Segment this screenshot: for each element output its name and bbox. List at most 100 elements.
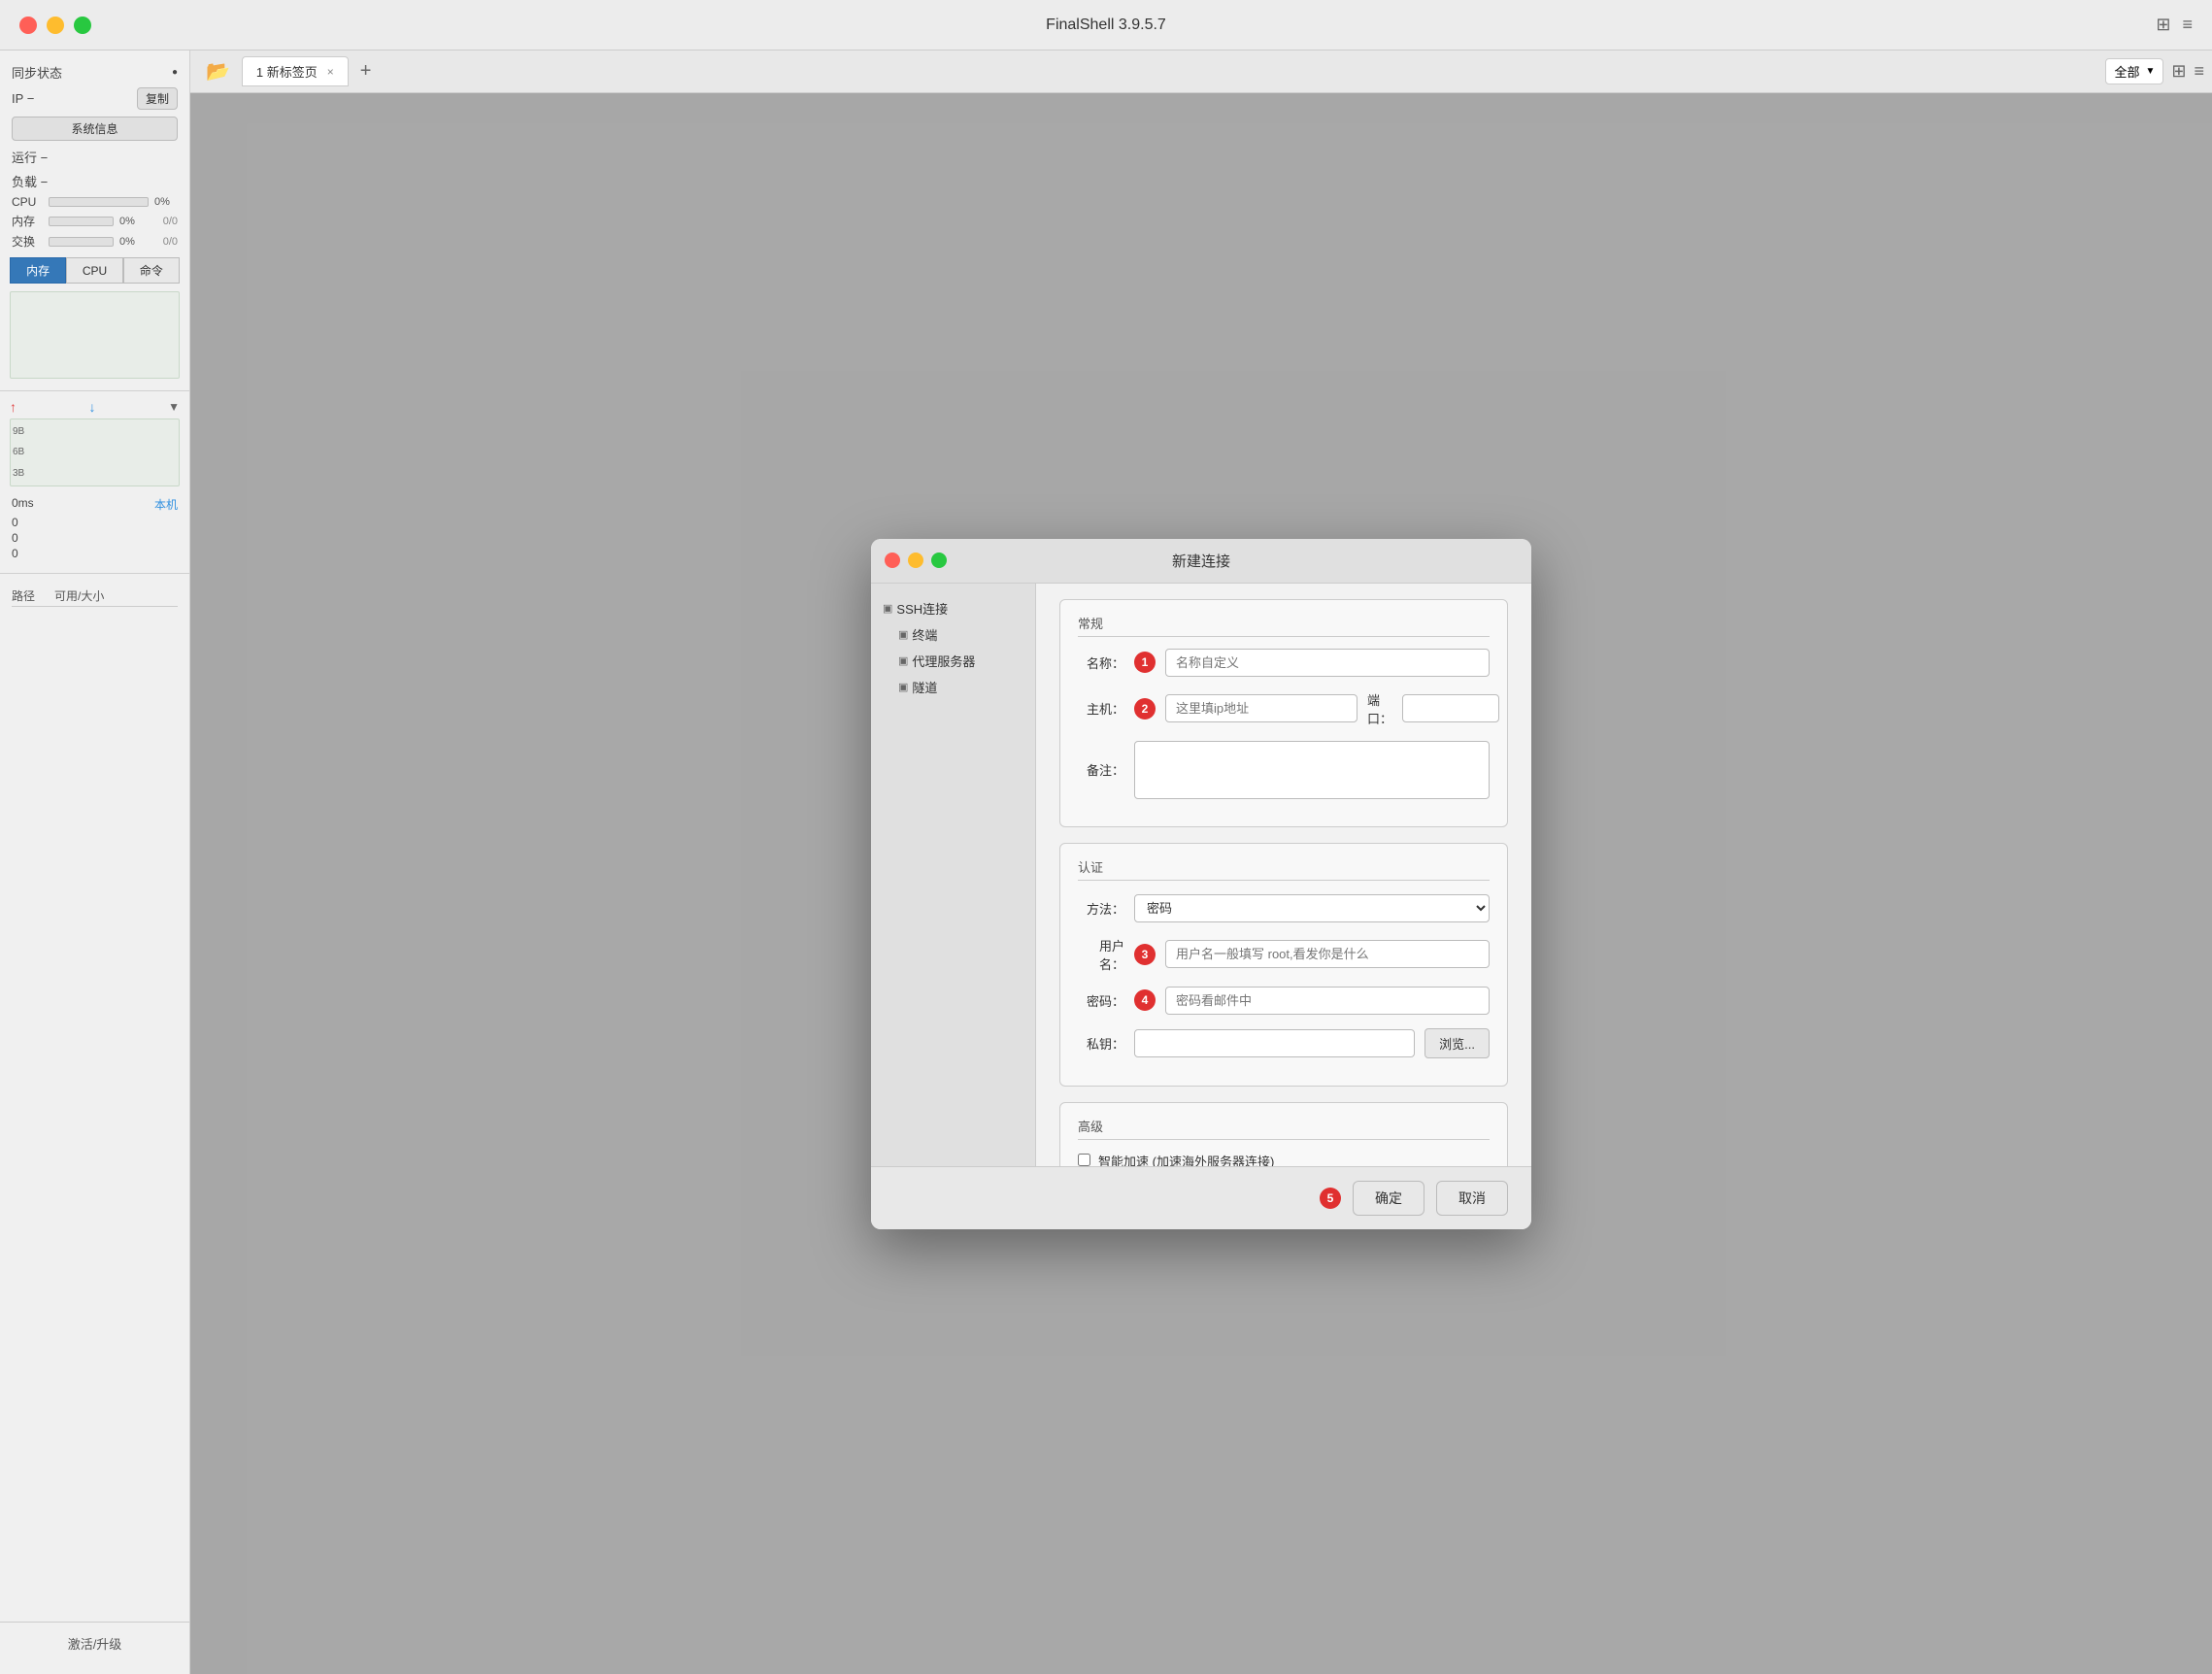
activate-upgrade-button[interactable]: 激活/升级 [0, 1622, 189, 1664]
modal-body: ▣ SSH连接 ▣ 终端 ▣ 代理服务器 [871, 584, 1531, 1166]
expand-icon[interactable]: ▼ [168, 400, 180, 414]
note-textarea[interactable] [1134, 741, 1490, 799]
mem-progress-bar [49, 217, 114, 226]
modal-close-button[interactable] [885, 552, 900, 568]
load-label: 负载 − [12, 172, 48, 190]
title-bar-right: ⊞ ≡ [2156, 15, 2193, 35]
filter-label: 全部 [2114, 62, 2139, 81]
tree-terminal-label: 终端 [912, 625, 937, 644]
auth-section-label: 认证 [1078, 857, 1490, 881]
modal-title: 新建连接 [1172, 551, 1230, 571]
mem-extra: 0/0 [149, 216, 178, 227]
sys-info-button[interactable]: 系统信息 [12, 117, 178, 141]
host-form-row: 主机： 2 端口： 22 [1078, 690, 1490, 727]
list-view-icon[interactable]: ≡ [2182, 15, 2193, 35]
browse-button[interactable]: 浏览... [1424, 1028, 1490, 1058]
cpu-label: CPU [12, 195, 43, 209]
key-input[interactable] [1134, 1029, 1415, 1057]
main-content: 📂 1 新标签页 × + 全部 ▼ ⊞ ≡ [190, 50, 2212, 1674]
ip-row: IP − 复制 [0, 84, 189, 113]
ping-stat-1: 0 [12, 515, 178, 530]
grid-view-toggle[interactable]: ⊞ [2171, 61, 2186, 82]
step-1-badge: 1 [1134, 652, 1156, 673]
adv-check1-row: 智能加速 (加速海外服务器连接) [1078, 1152, 1490, 1166]
method-select[interactable]: 密码 公钥 键盘交互 [1134, 894, 1490, 922]
sync-status-row: 同步状态 ● [0, 60, 189, 84]
ping-stat-2: 0 [12, 530, 178, 546]
maximize-window-button[interactable] [74, 17, 91, 34]
smart-accel-checkbox[interactable] [1078, 1154, 1090, 1166]
net-label-6b: 6B [13, 447, 24, 457]
method-form-row: 方法： 密码 公钥 键盘交互 [1078, 894, 1490, 922]
ping-section: 0ms 本机 0 0 0 [0, 490, 189, 565]
divider-2 [0, 573, 189, 574]
mem-value: 0% [119, 216, 143, 227]
network-section: ↑ ↓ ▼ 9B 6B 3B [0, 399, 189, 490]
cancel-button[interactable]: 取消 [1436, 1181, 1508, 1216]
user-label: 用户名： [1078, 936, 1124, 973]
modal-maximize-button[interactable] [931, 552, 947, 568]
swap-label: 交换 [12, 233, 43, 250]
tree-item-proxy[interactable]: ▣ 代理服务器 [887, 648, 1035, 674]
tab-cpu[interactable]: CPU [66, 257, 122, 284]
cpu-progress-bar [49, 197, 149, 207]
grid-view-icon[interactable]: ⊞ [2156, 15, 2170, 35]
name-input[interactable] [1165, 649, 1490, 677]
close-window-button[interactable] [19, 17, 37, 34]
page-tab-1[interactable]: 1 新标签页 × [242, 56, 349, 86]
tree-item-ssh[interactable]: ▣ SSH连接 [871, 595, 1035, 621]
mem-row: 内存 0% 0/0 [0, 211, 189, 231]
username-form-row: 用户名： 3 [1078, 936, 1490, 973]
key-form-row: 私钥： 浏览... [1078, 1028, 1490, 1058]
swap-extra: 0/0 [149, 236, 178, 248]
tab-cmd[interactable]: 命令 [123, 257, 180, 284]
net-labels: 9B 6B 3B [13, 421, 24, 484]
advanced-section-label: 高级 [1078, 1117, 1490, 1140]
ip-label: IP − [12, 91, 34, 106]
window-controls [19, 17, 91, 34]
swap-row: 交换 0% 0/0 [0, 231, 189, 251]
list-view-toggle[interactable]: ≡ [2194, 61, 2204, 82]
proxy-collapse-icon: ▣ [898, 654, 908, 667]
ping-stat-3: 0 [12, 546, 178, 561]
username-input[interactable] [1165, 940, 1490, 968]
password-input[interactable] [1165, 987, 1490, 1015]
content-area: 新建连接 ▣ SSH连接 ▣ 终端 [190, 93, 2212, 1674]
tree-tunnel-label: 隧道 [912, 678, 937, 696]
network-chart: 9B 6B 3B [10, 418, 180, 486]
port-label: 端口： [1367, 690, 1392, 727]
folder-icon-button[interactable]: 📂 [198, 55, 238, 87]
run-row: 运行 − [0, 145, 189, 169]
note-label: 备注： [1078, 760, 1124, 779]
mem-label: 内存 [12, 213, 43, 229]
tab-close-icon[interactable]: × [327, 65, 334, 79]
app-body: 同步状态 ● IP − 复制 系统信息 运行 − 负载 − CPU 0% 内存 … [0, 50, 2212, 1674]
port-input[interactable]: 22 [1402, 694, 1499, 722]
tree-item-terminal[interactable]: ▣ 终端 [887, 621, 1035, 648]
filter-dropdown[interactable]: 全部 ▼ [2105, 58, 2163, 84]
ping-row: 0ms 本机 [12, 494, 178, 515]
modal-minimize-button[interactable] [908, 552, 923, 568]
run-label: 运行 − [12, 148, 48, 166]
add-tab-button[interactable]: + [352, 58, 380, 84]
host-input[interactable] [1165, 694, 1357, 722]
disk-avail-label: 可用/大小 [54, 587, 104, 604]
modal-title-bar: 新建连接 [871, 539, 1531, 584]
download-arrow-icon: ↓ [89, 399, 96, 415]
filter-arrow-icon: ▼ [2145, 66, 2155, 77]
new-connection-modal: 新建连接 ▣ SSH连接 ▣ 终端 [871, 539, 1531, 1229]
method-label: 方法： [1078, 899, 1124, 918]
copy-button[interactable]: 复制 [137, 87, 178, 110]
tunnel-collapse-icon: ▣ [898, 681, 908, 693]
load-row: 负载 − [0, 169, 189, 193]
tab-mem[interactable]: 内存 [10, 257, 66, 284]
tree-item-tunnel[interactable]: ▣ 隧道 [887, 674, 1035, 700]
upload-arrow-icon: ↑ [10, 399, 17, 415]
title-bar: FinalShell 3.9.5.7 ⊞ ≡ [0, 0, 2212, 50]
minimize-window-button[interactable] [47, 17, 64, 34]
advanced-section: 高级 智能加速 (加速海外服务器连接) 启用Exec Channel(若连接上就… [1059, 1102, 1508, 1166]
pass-label: 密码： [1078, 991, 1124, 1010]
monitor-tabs: 内存 CPU 命令 [10, 257, 180, 284]
confirm-button[interactable]: 确定 [1353, 1181, 1424, 1216]
divider-1 [0, 390, 189, 391]
